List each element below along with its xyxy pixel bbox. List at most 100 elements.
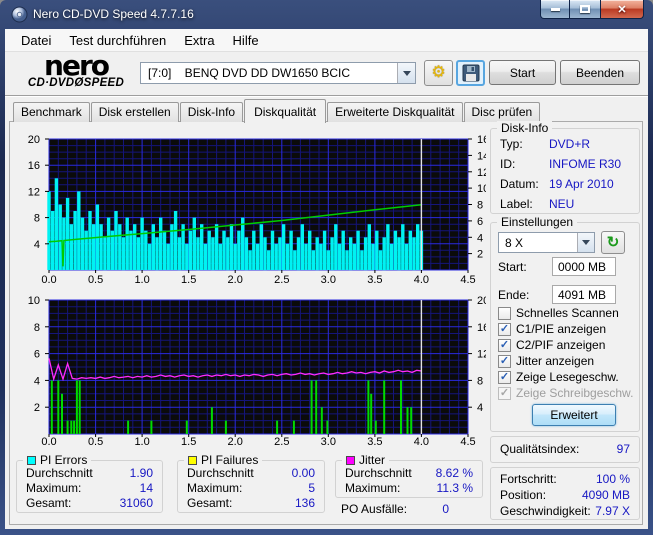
- po-failures-label: PO Ausfälle:: [341, 502, 408, 516]
- svg-text:6: 6: [477, 216, 483, 228]
- tab-disc-pruefen[interactable]: Disc prüfen: [463, 102, 541, 122]
- disk-info-row-id: ID: INFOME R30: [500, 157, 621, 173]
- close-button[interactable]: ✕: [600, 0, 644, 19]
- maximize-button[interactable]: [570, 0, 600, 19]
- speed-row: Geschwindigkeit: 7.97 X: [500, 504, 630, 519]
- advanced-button[interactable]: Erweitert: [532, 404, 616, 426]
- svg-text:8: 8: [477, 200, 483, 212]
- svg-text:2: 2: [477, 249, 483, 261]
- svg-text:8: 8: [34, 213, 40, 225]
- disk-info-row-typ: Typ: DVD+R: [500, 137, 590, 153]
- checkbox-zeige-schreibgeschw: ✓ Zeige Schreibgeschw.: [498, 386, 633, 400]
- svg-text:1.0: 1.0: [134, 274, 149, 286]
- options-button[interactable]: ⚙: [424, 60, 453, 86]
- checkbox-label: Zeige Lesegeschw.: [516, 370, 619, 384]
- svg-text:4: 4: [34, 239, 40, 251]
- legend-row: Gesamt: 136: [187, 496, 315, 511]
- quality-index-value: 97: [616, 442, 630, 456]
- svg-text:2.0: 2.0: [228, 436, 243, 447]
- checkbox-box[interactable]: ✓: [498, 354, 511, 368]
- pi-errors-legend-group: PI Errors Durchschnitt 1.90 Maximum: 14 Ge…: [16, 453, 163, 513]
- progress-group: Fortschritt: 100 % Position: 4090 MB Gesch…: [490, 467, 640, 520]
- settings-title: Einstellungen: [497, 215, 578, 229]
- app-window: Nero CD-DVD Speed 4.7.7.16 ✕ Datei Test …: [0, 0, 653, 535]
- pi-failures-legend-title: PI Failures: [184, 453, 263, 467]
- window-title: Nero CD-DVD Speed 4.7.7.16: [33, 7, 194, 21]
- row-value: INFOME R30: [549, 157, 622, 171]
- tab-disk-erstellen[interactable]: Disk erstellen: [90, 102, 179, 122]
- menu-item-hilfe[interactable]: Hilfe: [224, 30, 268, 51]
- svg-text:0.0: 0.0: [41, 274, 56, 286]
- jitter-legend-title: Jitter: [342, 453, 390, 467]
- nero-logo-text: nero: [44, 49, 110, 82]
- cd-dvd-speed-logo-text: CD·DVDØSPEED: [27, 77, 125, 89]
- row-value: 1.90: [129, 466, 153, 480]
- checkbox-c1-pie-anzeigen[interactable]: ✓ C1/PIE anzeigen: [498, 322, 606, 336]
- tab-diskqualitaet[interactable]: Diskqualität: [244, 99, 327, 123]
- maximize-icon: [580, 5, 590, 13]
- quality-index-label: Qualitätsindex:: [500, 442, 580, 456]
- menu-item-datei[interactable]: Datei: [12, 30, 60, 51]
- svg-text:2.5: 2.5: [274, 436, 289, 447]
- legend-title-text: PI Errors: [40, 453, 88, 467]
- po-failures-value: 0: [442, 502, 449, 516]
- speed-select[interactable]: 8 X: [498, 232, 595, 253]
- row-label: Fortschritt:: [500, 472, 557, 486]
- drive-select[interactable]: [7:0] BENQ DVD DD DW1650 BCIC: [140, 62, 416, 84]
- svg-text:16: 16: [477, 322, 486, 334]
- svg-text:2: 2: [34, 402, 40, 414]
- legend-row: Durchschnitt 0.00: [187, 466, 315, 481]
- svg-text:4: 4: [477, 402, 483, 414]
- drive-select-arrow[interactable]: [397, 63, 415, 83]
- close-icon: ✕: [617, 3, 627, 16]
- position-row: Position: 4090 MB: [500, 488, 630, 503]
- row-value: 8.62 %: [435, 466, 473, 480]
- checkbox-c2-pif-anzeigen[interactable]: ✓ C2/PIF anzeigen: [498, 338, 605, 352]
- svg-text:4.5: 4.5: [460, 274, 475, 286]
- legend-title-text: Jitter: [359, 453, 386, 467]
- row-label: Gesamt:: [187, 496, 233, 510]
- tab-disk-info[interactable]: Disk-Info: [179, 102, 244, 122]
- checkbox-box[interactable]: ✓: [498, 338, 511, 352]
- row-value: 14: [139, 481, 153, 495]
- row-value: 100 %: [595, 472, 630, 486]
- po-failures-row: PO Ausfälle: 0: [341, 502, 449, 516]
- checkbox-label: C2/PIF anzeigen: [516, 338, 606, 352]
- svg-text:16: 16: [477, 134, 486, 146]
- row-label: Durchschnitt: [26, 466, 93, 480]
- checkbox-label: Jitter anzeigen: [516, 354, 595, 368]
- save-button[interactable]: [456, 60, 485, 86]
- legend-row: Maximum: 11.3 %: [345, 481, 473, 496]
- options-icon: ⚙: [431, 64, 446, 81]
- svg-text:4.0: 4.0: [414, 436, 429, 447]
- pi-errors-chart: 481216202468101214160.00.51.01.52.02.53.…: [28, 134, 486, 286]
- menu-item-test-durchfuehren[interactable]: Test durchführen: [60, 30, 175, 51]
- refresh-button[interactable]: ↻: [601, 231, 625, 254]
- tab-benchmark[interactable]: Benchmark: [13, 102, 90, 122]
- tab-erweiterte-diskqualitaet[interactable]: Erweiterte Diskqualität: [327, 102, 463, 122]
- pi-failures-swatch-icon: [188, 455, 197, 465]
- minimize-button[interactable]: [540, 0, 570, 19]
- row-label: Gesamt:: [26, 496, 72, 510]
- quit-button[interactable]: Beenden: [560, 60, 640, 85]
- svg-text:4.5: 4.5: [460, 436, 475, 447]
- svg-text:10: 10: [28, 295, 40, 307]
- quality-index-group: Qualitätsindex: 97: [490, 436, 640, 463]
- svg-text:4: 4: [477, 232, 483, 244]
- menu-item-extra[interactable]: Extra: [175, 30, 223, 51]
- start-button[interactable]: Start: [489, 60, 556, 85]
- row-value: 136: [294, 496, 315, 510]
- checkbox-box[interactable]: ✓: [498, 370, 511, 384]
- svg-text:2.0: 2.0: [228, 274, 243, 286]
- checkbox-zeige-lesegeschw[interactable]: ✓ Zeige Lesegeschw.: [498, 370, 619, 384]
- row-label: Datum:: [500, 177, 539, 191]
- speed-select-arrow[interactable]: [577, 233, 594, 252]
- checkbox-box[interactable]: ✓: [498, 322, 511, 336]
- legend-row: Gesamt: 31060: [26, 496, 153, 511]
- svg-text:3.5: 3.5: [367, 436, 382, 447]
- checkbox-jitter-anzeigen[interactable]: ✓ Jitter anzeigen: [498, 354, 594, 368]
- checkbox-schnelles-scannen[interactable]: Schnelles Scannen: [498, 306, 619, 320]
- row-label: Durchschnitt: [345, 466, 412, 480]
- legend-row: Maximum: 5: [187, 481, 315, 496]
- checkbox-box[interactable]: [498, 306, 511, 320]
